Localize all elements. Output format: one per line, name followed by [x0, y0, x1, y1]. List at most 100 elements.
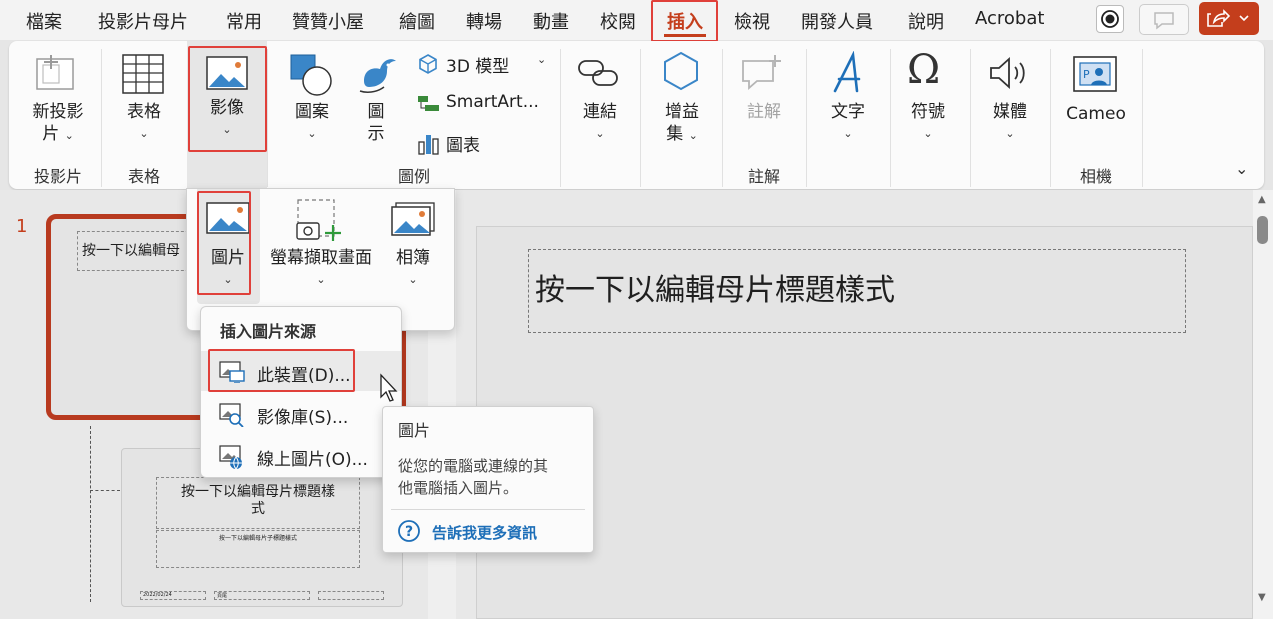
tab-home[interactable]: 常用: [226, 8, 262, 34]
record-button[interactable]: [1096, 5, 1124, 33]
tooltip-title: 圖片: [398, 421, 431, 440]
add-ins-label-1: 增益: [665, 102, 699, 122]
images-button[interactable]: 影像 ⌄: [192, 97, 262, 141]
chevron-down-icon: ⌄: [316, 273, 326, 286]
scroll-up-icon[interactable]: ▲: [1258, 194, 1266, 205]
link-icon: [578, 60, 618, 86]
ribbon-separator: [806, 49, 807, 187]
screenshot-button[interactable]: 螢幕擷取畫面 ⌄: [265, 247, 377, 291]
tooltip-body: 從您的電腦或連線的其 他電腦插入圖片。: [398, 455, 548, 499]
chart-label: 圖表: [446, 136, 480, 156]
ribbon-separator: [560, 49, 561, 187]
tab-developer[interactable]: 開發人員: [801, 8, 873, 34]
comment-label: 註解: [747, 102, 781, 122]
ribbon-separator: [970, 49, 971, 187]
tab-animations[interactable]: 動畫: [533, 8, 569, 34]
add-ins-button[interactable]: 增益 集 ⌄: [647, 101, 717, 147]
shapes-label: 圖案: [295, 102, 329, 122]
chart-button[interactable]: 圖表: [417, 130, 557, 156]
menu-item-this-device[interactable]: 此裝置(D)...: [201, 351, 401, 391]
menu-header: 插入圖片來源: [220, 322, 317, 341]
menu-item-online-pictures[interactable]: 線上圖片(O)...: [201, 437, 401, 477]
cameo-button[interactable]: Cameo: [1061, 103, 1131, 125]
ribbon-separator: [1142, 49, 1143, 187]
chevron-down-icon: ⌄: [688, 129, 698, 142]
share-icon: [1207, 9, 1249, 27]
active-tab-underline: [664, 34, 706, 37]
chevron-down-icon: ⌄: [222, 123, 232, 136]
image-icon: [206, 56, 248, 90]
tab-review[interactable]: 校閱: [600, 8, 636, 34]
chevron-down-icon: ⌄: [843, 127, 853, 140]
tab-transitions[interactable]: 轉場: [466, 8, 502, 34]
thumb2-number-placeholder: [318, 591, 384, 600]
comments-button[interactable]: [1139, 4, 1189, 35]
tab-slide-master[interactable]: 投影片母片: [98, 8, 188, 34]
record-icon: [1101, 10, 1119, 28]
chevron-down-icon: ⌄: [1005, 127, 1015, 140]
cameo-label: Cameo: [1066, 104, 1126, 124]
omega-icon: Ω: [907, 47, 941, 93]
tab-zanzan[interactable]: 贊贊小屋: [292, 8, 364, 34]
add-ins-icon: [664, 51, 698, 91]
media-button[interactable]: 媒體 ⌄: [975, 101, 1045, 145]
text-label: 文字: [831, 102, 865, 122]
menu-item-stock-images[interactable]: 影像庫(S)...: [201, 395, 401, 435]
smartart-label: SmartArt...: [446, 92, 539, 112]
svg-text:P: P: [1083, 68, 1090, 81]
add-ins-label-2: 集: [666, 124, 684, 144]
chevron-down-icon: ⌄: [408, 273, 418, 286]
tooltip-divider: [391, 509, 585, 510]
new-comment-icon: [742, 55, 781, 90]
thumb2-title-line1: 按一下以編輯母片標題樣: [181, 484, 335, 500]
group-label-table: 表格: [127, 167, 160, 186]
share-button[interactable]: [1199, 2, 1259, 35]
cameo-icon: P: [1073, 56, 1117, 92]
ribbon-options-chevron-icon[interactable]: ⌄: [1235, 159, 1248, 178]
picture-button[interactable]: 圖片 ⌄: [193, 247, 263, 291]
thumb2-footer-placeholder: 頁尾: [214, 591, 310, 600]
thumb2-title-line2: 式: [251, 501, 265, 517]
screenshot-icon: [296, 199, 341, 241]
vertical-scrollbar[interactable]: ▲ ▼: [1253, 190, 1273, 619]
tell-me-more-label: 告訴我更多資訊: [432, 524, 538, 542]
shapes-button[interactable]: 圖案 ⌄: [277, 101, 347, 145]
ribbon-separator: [267, 49, 268, 187]
group-label-slides: 投影片: [33, 167, 82, 186]
chevron-down-icon: ⌄: [595, 127, 605, 140]
new-slide-label-2: 片: [42, 124, 60, 144]
table-label: 表格: [127, 102, 161, 122]
chevron-down-icon: ⌄: [64, 129, 74, 142]
table-icon: [122, 54, 164, 94]
online-pictures-icon: [219, 445, 242, 470]
svg-text:?: ?: [405, 524, 413, 540]
comment-button[interactable]: 註解: [729, 101, 799, 123]
scroll-down-icon[interactable]: ▼: [1258, 592, 1266, 603]
tab-acrobat[interactable]: Acrobat: [975, 8, 1044, 29]
scrollbar-thumb[interactable]: [1257, 216, 1268, 244]
insert-picture-source-menu: 插入圖片來源 此裝置(D)... 影像庫(S)... 線上圖片(O)...: [200, 306, 402, 478]
tab-view[interactable]: 檢視: [734, 8, 770, 34]
photo-album-button[interactable]: 相簿 ⌄: [378, 247, 448, 291]
3d-models-button[interactable]: 3D 模型 ⌄: [417, 51, 557, 77]
icons-label-2: 示: [367, 124, 385, 144]
smartart-button[interactable]: SmartArt...: [417, 91, 557, 117]
tooltip-body-line1: 從您的電腦或連線的其: [398, 457, 549, 475]
table-button[interactable]: 表格 ⌄: [109, 101, 179, 145]
ribbon-separator: [1050, 49, 1051, 187]
slide-title-placeholder[interactable]: 按一下以編輯母片標題樣式: [528, 249, 1186, 333]
new-slide-button[interactable]: 新投影 片 ⌄: [23, 101, 93, 147]
tab-insert[interactable]: 插入: [667, 8, 703, 34]
new-slide-label-1: 新投影: [32, 102, 84, 122]
picture-icon: [206, 202, 250, 234]
icons-button[interactable]: 圖 示: [341, 101, 411, 145]
symbols-button[interactable]: 符號 ⌄: [893, 101, 963, 145]
symbols-label: 符號: [911, 102, 945, 122]
tell-me-more-link[interactable]: ? 告訴我更多資訊: [397, 519, 587, 545]
text-icon: [833, 51, 861, 93]
tab-file[interactable]: 檔案: [26, 8, 62, 34]
text-button[interactable]: 文字 ⌄: [813, 101, 883, 145]
tab-draw[interactable]: 繪圖: [399, 8, 435, 34]
tab-help[interactable]: 說明: [908, 8, 944, 34]
links-button[interactable]: 連結 ⌄: [565, 101, 635, 145]
